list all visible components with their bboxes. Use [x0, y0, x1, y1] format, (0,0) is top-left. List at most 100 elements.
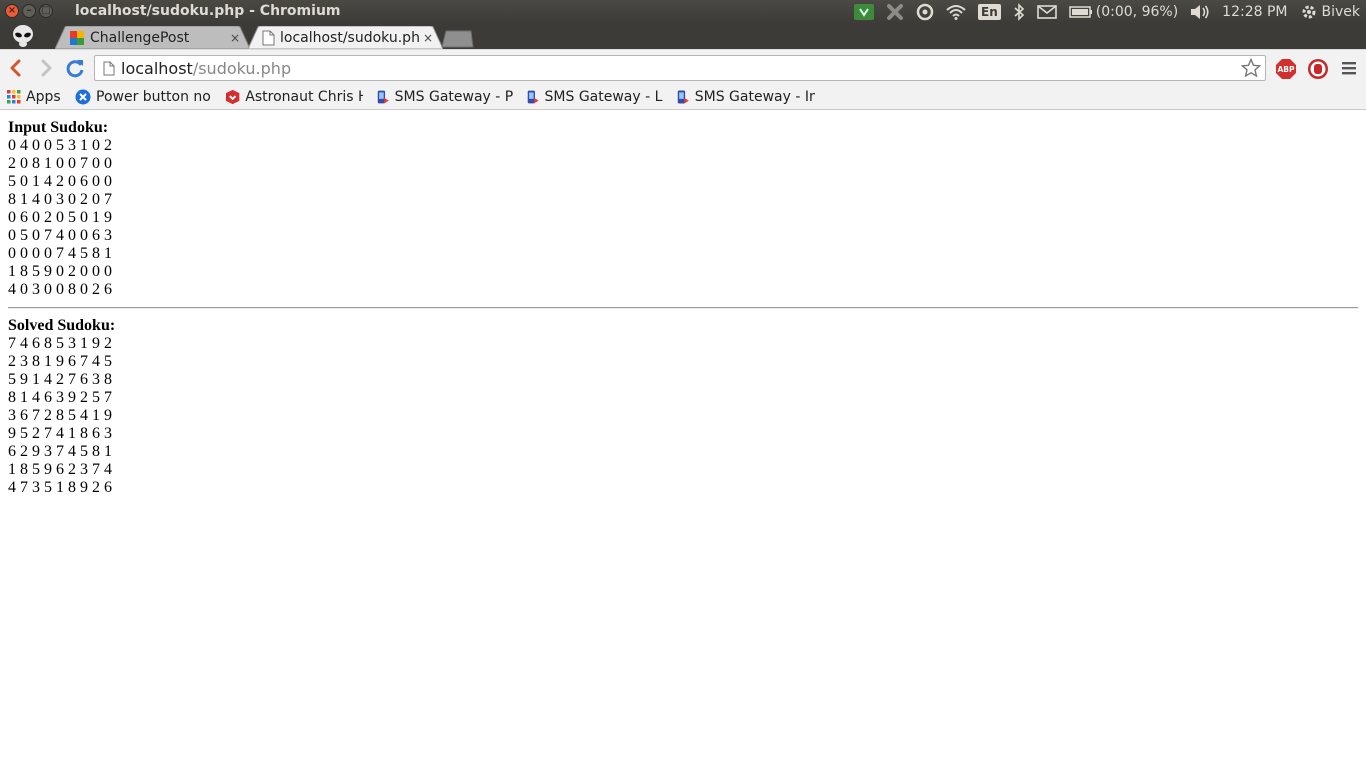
input-sudoku-title: Input Sudoku:: [8, 119, 109, 136]
stop-sign-icon: ABP: [1276, 59, 1296, 79]
bluetooth-indicator[interactable]: [1013, 3, 1025, 21]
dropbox-icon: [854, 4, 875, 20]
input-sudoku-grid: 0 4 0 0 5 3 1 0 2 2 0 8 1 0 0 7 0 0 5 0 …: [8, 137, 112, 299]
adblock-label: ABP: [1277, 65, 1295, 74]
user-name: Bivek: [1321, 4, 1361, 20]
input-row: 0 5 0 7 4 0 0 6 3: [8, 227, 112, 244]
solved-row: 7 4 6 8 5 3 1 9 2: [8, 335, 112, 352]
keyboard-layout-indicator[interactable]: En: [978, 4, 1001, 20]
tab-strip: ChallengePost × localhost/sudoku.php ×: [0, 24, 1366, 49]
hand-stop-icon: [1308, 59, 1328, 79]
clock-indicator[interactable]: 12:28 PM: [1222, 4, 1287, 20]
dropbox-indicator[interactable]: [854, 4, 875, 20]
bluetooth-icon: [1014, 3, 1024, 21]
battery-status: (0:00, 96%): [1095, 4, 1179, 20]
solved-row: 2 3 8 1 9 6 7 4 5: [8, 353, 112, 370]
reload-icon[interactable]: [64, 57, 86, 79]
bookmark-label: Astronaut Chris H: [245, 89, 363, 105]
phone-favicon-icon: [677, 90, 689, 104]
url-path: /sudoku.php: [192, 59, 292, 78]
tools-icon: [887, 4, 904, 20]
wifi-icon: [946, 5, 966, 20]
messaging-indicator[interactable]: [1036, 5, 1057, 19]
solved-sudoku-section: Solved Sudoku: 7 4 6 8 5 3 1 9 2 2 3 8 1…: [8, 317, 115, 497]
system-top-panel: × – □ localhost/sudoku.php - Chromium En…: [0, 0, 1366, 24]
x-circle-favicon-icon: [75, 89, 91, 105]
volume-icon: [1191, 5, 1209, 19]
input-row: 1 8 5 9 0 2 0 0 0: [8, 263, 112, 280]
solved-row: 9 5 2 7 4 1 8 6 3: [8, 425, 112, 442]
input-row: 0 6 0 2 0 5 0 1 9: [8, 209, 112, 226]
hamburger-menu-icon: [1342, 62, 1356, 75]
input-row: 4 0 3 0 0 8 0 2 6: [8, 281, 112, 298]
bookmark-astronaut[interactable]: Astronaut Chris H: [225, 88, 363, 106]
bookmark-apps[interactable]: Apps: [7, 88, 61, 106]
bookmark-label: SMS Gateway - PH: [394, 89, 513, 105]
gear-icon: [1302, 5, 1315, 19]
page-icon: [103, 61, 115, 76]
solved-row: 8 1 4 6 3 9 2 5 7: [8, 389, 112, 406]
address-bar[interactable]: localhost/sudoku.php: [94, 55, 1266, 81]
tab-sudoku[interactable]: localhost/sudoku.php ×: [248, 26, 443, 49]
solved-sudoku-grid: 7 4 6 8 5 3 1 9 2 2 3 8 1 9 6 7 4 5 5 9 …: [8, 335, 115, 497]
solved-row: 4 7 3 5 1 8 9 2 6: [8, 479, 112, 496]
forward-arrow-icon[interactable]: [35, 57, 57, 79]
url-host: localhost: [121, 59, 193, 78]
bookmark-label: Apps: [26, 89, 61, 105]
alien-avatar-icon: [13, 25, 33, 47]
input-row: 0 0 0 0 7 4 5 8 1: [8, 245, 112, 262]
bookmark-label: SMS Gateway - Ins: [694, 89, 815, 105]
phone-favicon-icon: [377, 90, 389, 104]
solved-sudoku-title: Solved Sudoku:: [8, 317, 116, 334]
hand-stop-extension[interactable]: [1307, 58, 1329, 84]
red-shield-favicon-icon: [225, 89, 240, 105]
page-favicon-icon: [262, 30, 275, 45]
battery-indicator[interactable]: (0:00, 96%): [1069, 4, 1178, 20]
solved-row: 1 8 5 9 6 2 3 7 4: [8, 461, 112, 478]
new-tab-button[interactable]: [440, 30, 474, 48]
window-title: localhost/sudoku.php - Chromium: [75, 3, 341, 19]
lifebuoy-icon: [916, 3, 934, 21]
window-close-button[interactable]: ×: [5, 4, 19, 18]
indicator-area: En (0:00, 96%) 12:28 PM Bivek: [854, 0, 1360, 24]
bookmark-sms-gateway-ph[interactable]: SMS Gateway - PH: [375, 88, 513, 106]
phone-favicon-icon: [527, 90, 539, 104]
bookmarks-bar: Apps Power button no Astronaut Chris H S…: [0, 85, 1366, 110]
network-indicator[interactable]: [946, 4, 966, 20]
mail-icon: [1036, 5, 1057, 19]
input-row: 2 0 8 1 0 0 7 0 0: [8, 155, 112, 172]
bookmark-power-button[interactable]: Power button no: [75, 88, 213, 106]
adblock-extension[interactable]: ABP: [1275, 58, 1297, 84]
bookmark-sms-gateway-lin[interactable]: SMS Gateway - Lin: [525, 88, 663, 106]
back-arrow-icon[interactable]: [5, 57, 27, 79]
page-content: Input Sudoku: 0 4 0 0 5 3 1 0 2 2 0 8 1 …: [0, 110, 1366, 768]
browser-toolbar: localhost/sudoku.php ABP: [0, 49, 1366, 86]
input-row: 5 0 1 4 2 0 6 0 0: [8, 173, 112, 190]
window-minimize-button[interactable]: –: [22, 4, 36, 18]
input-sudoku-section: Input Sudoku: 0 4 0 0 5 3 1 0 2 2 0 8 1 …: [8, 119, 112, 299]
solved-row: 6 2 9 3 7 4 5 8 1: [8, 443, 112, 460]
tab-close-button[interactable]: ×: [423, 31, 433, 45]
battery-icon: [1069, 6, 1092, 18]
url-text[interactable]: localhost/sudoku.php: [121, 59, 291, 78]
apps-grid-icon: [7, 90, 21, 104]
session-indicator[interactable]: Bivek: [1300, 3, 1361, 21]
input-row: 0 4 0 0 5 3 1 0 2: [8, 137, 112, 154]
window-controls: × – □: [5, 4, 53, 18]
bookmark-star-icon[interactable]: [1241, 58, 1261, 78]
solved-row: 3 6 7 2 8 5 4 1 9: [8, 407, 112, 424]
sound-indicator[interactable]: [1190, 4, 1210, 20]
bookmark-sms-gateway-ins[interactable]: SMS Gateway - Ins: [675, 88, 815, 106]
solved-row: 5 9 1 4 2 7 6 3 8: [8, 371, 112, 388]
horizontal-rule: [8, 307, 1358, 309]
settings-tool-indicator[interactable]: [886, 3, 904, 21]
window-maximize-button[interactable]: □: [39, 4, 53, 18]
tab-title: localhost/sudoku.php: [280, 29, 419, 46]
tab-title: ChallengePost: [90, 29, 190, 46]
sync-indicator[interactable]: [916, 3, 934, 21]
tab-challengepost[interactable]: ChallengePost ×: [55, 26, 250, 49]
bookmark-label: SMS Gateway - Lin: [544, 89, 663, 105]
tab-close-button[interactable]: ×: [230, 31, 240, 45]
chrome-menu-button[interactable]: [1340, 59, 1358, 81]
bookmark-label: Power button no: [96, 89, 211, 105]
